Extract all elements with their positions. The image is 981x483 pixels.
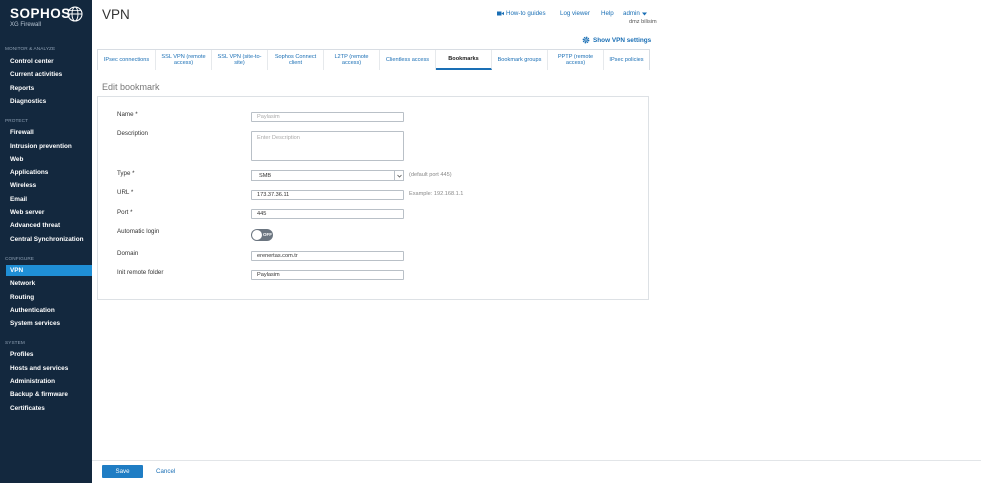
cancel-button[interactable]: Cancel (156, 468, 175, 475)
description-label: Description (117, 130, 148, 137)
form-footer (92, 460, 981, 483)
sidebar-item-vpn[interactable]: VPN (10, 267, 23, 274)
automatic-login-toggle[interactable]: OFF (251, 229, 273, 241)
description-textarea[interactable] (251, 131, 404, 161)
sidebar-item-wireless[interactable]: Wireless (10, 182, 36, 189)
nav-section-configure: CONFIGURE (5, 256, 35, 261)
sidebar-item-control-center[interactable]: Control center (10, 58, 54, 65)
user-name: admin (623, 10, 640, 17)
tab-bookmarks[interactable]: Bookmarks (436, 50, 492, 70)
tab-pptp[interactable]: PPTP (remote access) (548, 50, 604, 70)
sidebar-item-applications[interactable]: Applications (10, 169, 48, 176)
name-label: Name * (117, 111, 138, 118)
show-vpn-settings-link[interactable]: Show VPN settings (582, 36, 651, 44)
sidebar-item-web[interactable]: Web (10, 156, 23, 163)
type-label: Type * (117, 170, 135, 177)
vpn-tabs: IPsec connections SSL VPN (remote access… (97, 49, 650, 70)
sidebar-item-email[interactable]: Email (10, 196, 27, 203)
page-title: VPN (102, 7, 130, 22)
chevron-down-icon (394, 171, 403, 180)
sidebar-item-system-services[interactable]: System services (10, 320, 60, 327)
tab-ssl-vpn-site[interactable]: SSL VPN (site-to-site) (212, 50, 268, 70)
sophos-globe-icon (67, 6, 83, 22)
nav-section-monitor: MONITOR & ANALYZE (5, 46, 56, 51)
sidebar-item-authentication[interactable]: Authentication (10, 307, 55, 314)
brand-name: SOPHOS (10, 6, 71, 21)
toggle-state: OFF (263, 232, 272, 237)
how-to-guides-label: How-to guides (506, 10, 546, 17)
sidebar-item-intrusion-prevention[interactable]: Intrusion prevention (10, 143, 72, 150)
tab-sophos-connect[interactable]: Sophos Connect client (268, 50, 324, 70)
sidebar-item-routing[interactable]: Routing (10, 294, 34, 301)
sidebar-item-advanced-threat[interactable]: Advanced threat (10, 222, 60, 229)
toggle-knob (252, 230, 262, 240)
sidebar-item-backup-firmware[interactable]: Backup & firmware (10, 391, 68, 398)
nav-section-protect: PROTECT (5, 118, 29, 123)
show-vpn-settings-label: Show VPN settings (593, 36, 652, 44)
init-remote-folder-input[interactable] (251, 270, 404, 280)
sidebar-item-profiles[interactable]: Profiles (10, 351, 33, 358)
url-hint: Example: 192.168.1.1 (409, 191, 464, 197)
save-button[interactable]: Save (102, 465, 143, 478)
tab-ipsec-policies[interactable]: IPsec policies (604, 50, 649, 70)
port-input[interactable] (251, 209, 404, 219)
sidebar-item-central-synchronization[interactable]: Central Synchronization (10, 236, 84, 243)
type-select[interactable]: SMB (251, 170, 404, 181)
sidebar-item-reports[interactable]: Reports (10, 85, 34, 92)
caret-down-icon (641, 12, 647, 15)
port-label: Port * (117, 209, 133, 216)
sidebar-item-diagnostics[interactable]: Diagnostics (10, 98, 46, 105)
type-hint: (default port 445) (409, 172, 452, 178)
domain-input[interactable] (251, 251, 404, 261)
device-hostname: dmz bilisim (629, 19, 657, 25)
sidebar-item-firewall[interactable]: Firewall (10, 129, 34, 136)
sidebar-item-network[interactable]: Network (10, 280, 35, 287)
sidebar-item-web-server[interactable]: Web server (10, 209, 44, 216)
sidebar: SOPHOS XG Firewall MONITOR & ANALYZE Con… (0, 0, 92, 483)
url-label: URL * (117, 189, 134, 196)
tab-l2tp[interactable]: L2TP (remote access) (324, 50, 380, 70)
tab-ssl-vpn-remote[interactable]: SSL VPN (remote access) (156, 50, 212, 70)
help-link[interactable]: Help (601, 10, 614, 17)
domain-label: Domain (117, 250, 139, 257)
name-input[interactable] (251, 112, 404, 122)
tab-bookmark-groups[interactable]: Bookmark groups (492, 50, 548, 70)
init-remote-folder-label: Init remote folder (117, 269, 164, 276)
tab-ipsec-connections[interactable]: IPsec connections (98, 50, 156, 70)
sidebar-item-certificates[interactable]: Certificates (10, 405, 45, 412)
gear-icon (582, 36, 590, 44)
url-input[interactable] (251, 190, 404, 200)
how-to-guides-link[interactable]: How-to guides (497, 10, 546, 17)
log-viewer-link[interactable]: Log viewer (560, 10, 590, 17)
nav-section-system: SYSTEM (5, 340, 25, 345)
type-value: SMB (259, 173, 272, 179)
section-title: Edit bookmark (102, 82, 160, 92)
sidebar-item-administration[interactable]: Administration (10, 378, 55, 385)
brand-product: XG Firewall (10, 22, 42, 28)
automatic-login-label: Automatic login (117, 228, 160, 235)
video-camera-icon (497, 11, 504, 16)
tab-clientless-access[interactable]: Clientless access (380, 50, 436, 70)
brand: SOPHOS XG Firewall (10, 6, 88, 30)
sidebar-item-hosts-and-services[interactable]: Hosts and services (10, 365, 68, 372)
user-menu[interactable]: admin (623, 10, 647, 17)
sidebar-item-current-activities[interactable]: Current activities (10, 71, 62, 78)
